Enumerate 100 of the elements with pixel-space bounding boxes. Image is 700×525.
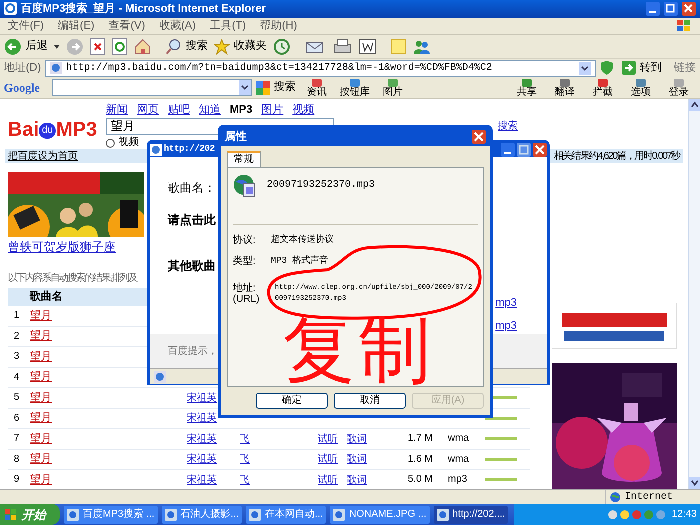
song-link[interactable]: 望月 bbox=[30, 390, 187, 406]
window-icon bbox=[249, 508, 262, 520]
file-name: 20097193252370.mp3 bbox=[267, 179, 376, 193]
album-link[interactable]: 飞 bbox=[240, 434, 250, 444]
toolbar-button[interactable]: 翻译 bbox=[548, 78, 582, 98]
menu-item[interactable]: 文件(F) bbox=[8, 18, 44, 34]
window-title: 百度MP3搜索_望月 - Microsoft Internet Explorer bbox=[21, 2, 268, 17]
toolbar-button[interactable]: 共享 bbox=[510, 78, 544, 98]
scroll-up-icon[interactable] bbox=[689, 99, 700, 111]
google-search-button[interactable]: 搜索 bbox=[256, 79, 296, 96]
close-button[interactable] bbox=[682, 2, 696, 16]
listen-link[interactable]: 试听 bbox=[318, 474, 338, 486]
listen-link[interactable]: 试听 bbox=[318, 454, 338, 465]
shield-icon[interactable] bbox=[600, 60, 614, 76]
back-button[interactable]: 后退 bbox=[4, 38, 48, 56]
menu-item[interactable]: 编辑(E) bbox=[58, 18, 95, 34]
nav-link[interactable]: 知道 bbox=[199, 103, 221, 117]
row-number: 2 bbox=[13, 330, 21, 344]
scroll-down-icon[interactable] bbox=[689, 477, 700, 489]
nav-link[interactable]: 新闻 bbox=[106, 103, 128, 117]
toolbar-button[interactable]: 图片 bbox=[376, 78, 410, 98]
song-link[interactable]: 望月 bbox=[30, 410, 187, 426]
page-icon bbox=[154, 370, 166, 382]
taskbar-button[interactable]: 石油人摄影... bbox=[162, 506, 242, 524]
toolbar-button[interactable]: 登录 bbox=[662, 78, 696, 98]
song-link[interactable]: 望月 bbox=[30, 472, 187, 488]
field-value: MP3 格式声音 bbox=[271, 256, 329, 268]
dialog-button[interactable]: 取消 bbox=[334, 393, 406, 409]
download-link[interactable]: mp3 bbox=[496, 318, 517, 334]
lyrics-link[interactable]: 歌词 bbox=[347, 474, 367, 486]
links-label[interactable]: 链接 bbox=[674, 60, 696, 76]
listen-link[interactable]: 试听 bbox=[318, 434, 338, 444]
song-link[interactable]: 望月 bbox=[30, 451, 187, 468]
toolbar-button[interactable]: 按钮库 bbox=[338, 78, 372, 98]
search-button[interactable]: 搜索 bbox=[166, 38, 208, 55]
menu-item[interactable]: 查看(V) bbox=[108, 18, 146, 34]
nav-link[interactable]: MP3 bbox=[230, 103, 253, 117]
restore-button[interactable] bbox=[664, 2, 678, 16]
singer-link[interactable]: 宋祖英 bbox=[187, 392, 217, 404]
close-button[interactable] bbox=[472, 130, 486, 144]
minimize-button[interactable] bbox=[646, 2, 660, 16]
printer-icon[interactable] bbox=[333, 38, 353, 55]
singer-link[interactable]: 宋祖英 bbox=[187, 413, 217, 424]
history-icon[interactable] bbox=[273, 38, 291, 56]
toolbar-button[interactable]: 资讯 bbox=[300, 78, 334, 98]
format-text: mp3 bbox=[448, 474, 468, 486]
album-link[interactable]: 飞 bbox=[240, 474, 250, 486]
tray-icon[interactable] bbox=[608, 510, 618, 520]
nav-link[interactable]: 图片 bbox=[262, 103, 284, 117]
people-icon[interactable] bbox=[413, 38, 431, 55]
taskbar-button[interactable]: NONAME.JPG ... bbox=[330, 506, 430, 524]
stop-icon[interactable] bbox=[90, 38, 106, 56]
homepage-link[interactable]: 把百度设为首页 bbox=[8, 148, 78, 164]
row-number: 6 bbox=[13, 412, 21, 426]
song-link[interactable]: 望月 bbox=[30, 430, 187, 447]
singer-link[interactable]: 宋祖英 bbox=[187, 474, 217, 486]
button-icon bbox=[387, 78, 399, 88]
nav-link[interactable]: 网页 bbox=[137, 103, 159, 117]
taskbar-button[interactable]: 百度MP3搜索 ... bbox=[64, 506, 158, 524]
menu-item[interactable]: 工具(T) bbox=[210, 18, 246, 34]
toolbar-button[interactable]: 拦截 bbox=[586, 78, 620, 98]
toolbar-button[interactable]: 选项 bbox=[624, 78, 658, 98]
address-field[interactable]: http://mp3.baidu.com/m?tn=baidump3&ct=134217728&lm=-1&word=%CD%FB%D4%C2 bbox=[45, 60, 596, 77]
maximize-button[interactable] bbox=[517, 143, 531, 157]
ad-link[interactable]: 曾轶可贺岁版狮子座 bbox=[8, 238, 116, 256]
format-text: wma bbox=[448, 433, 470, 444]
advanced-search-link[interactable]: 搜索 bbox=[498, 119, 518, 134]
button-icon bbox=[673, 78, 685, 88]
start-button[interactable]: 开始 bbox=[0, 504, 60, 525]
nav-link[interactable]: 贴吧 bbox=[168, 103, 190, 117]
search-field[interactable] bbox=[52, 79, 252, 96]
lyrics-link[interactable]: 歌词 bbox=[347, 434, 367, 444]
refresh-icon[interactable] bbox=[112, 38, 128, 56]
menu-item[interactable]: 收藏(A) bbox=[159, 18, 196, 34]
home-icon[interactable] bbox=[134, 38, 152, 56]
favorites-button[interactable]: 收藏夹 bbox=[214, 38, 267, 55]
singer-link[interactable]: 宋祖英 bbox=[187, 434, 217, 444]
edit-document-icon[interactable] bbox=[359, 38, 377, 55]
tray-icon[interactable] bbox=[620, 510, 630, 520]
album-link[interactable]: 飞 bbox=[240, 454, 250, 465]
taskbar-button[interactable]: 在本网自动... bbox=[246, 506, 326, 524]
size-text: 5.0 M bbox=[408, 474, 434, 486]
go-button[interactable]: 转到 bbox=[622, 60, 662, 76]
general-tab[interactable]: 常规 bbox=[227, 151, 261, 167]
menu-item[interactable]: 帮助(H) bbox=[260, 18, 298, 34]
taskbar-button[interactable]: http://202.... bbox=[434, 506, 508, 524]
nav-link[interactable]: 视频 bbox=[292, 103, 315, 117]
video-radio[interactable]: 视频 bbox=[106, 137, 139, 149]
close-button[interactable] bbox=[533, 143, 547, 157]
handwritten-annotation: 复制 bbox=[283, 310, 435, 390]
lyrics-link[interactable]: 歌词 bbox=[347, 454, 367, 465]
note-text: 以下内容系自动搜索的结果,排列及 bbox=[8, 272, 137, 286]
dropdown-arrow-icon[interactable] bbox=[54, 44, 60, 49]
singer-link[interactable]: 宋祖英 bbox=[187, 454, 217, 465]
go-arrow-icon bbox=[622, 61, 636, 76]
scrollbar[interactable] bbox=[688, 99, 700, 489]
dialog-button[interactable]: 确定 bbox=[256, 393, 328, 409]
row-number: 3 bbox=[13, 350, 21, 364]
minimize-button[interactable] bbox=[501, 143, 515, 157]
baidu-logo: Bai du MP3 bbox=[8, 118, 98, 141]
